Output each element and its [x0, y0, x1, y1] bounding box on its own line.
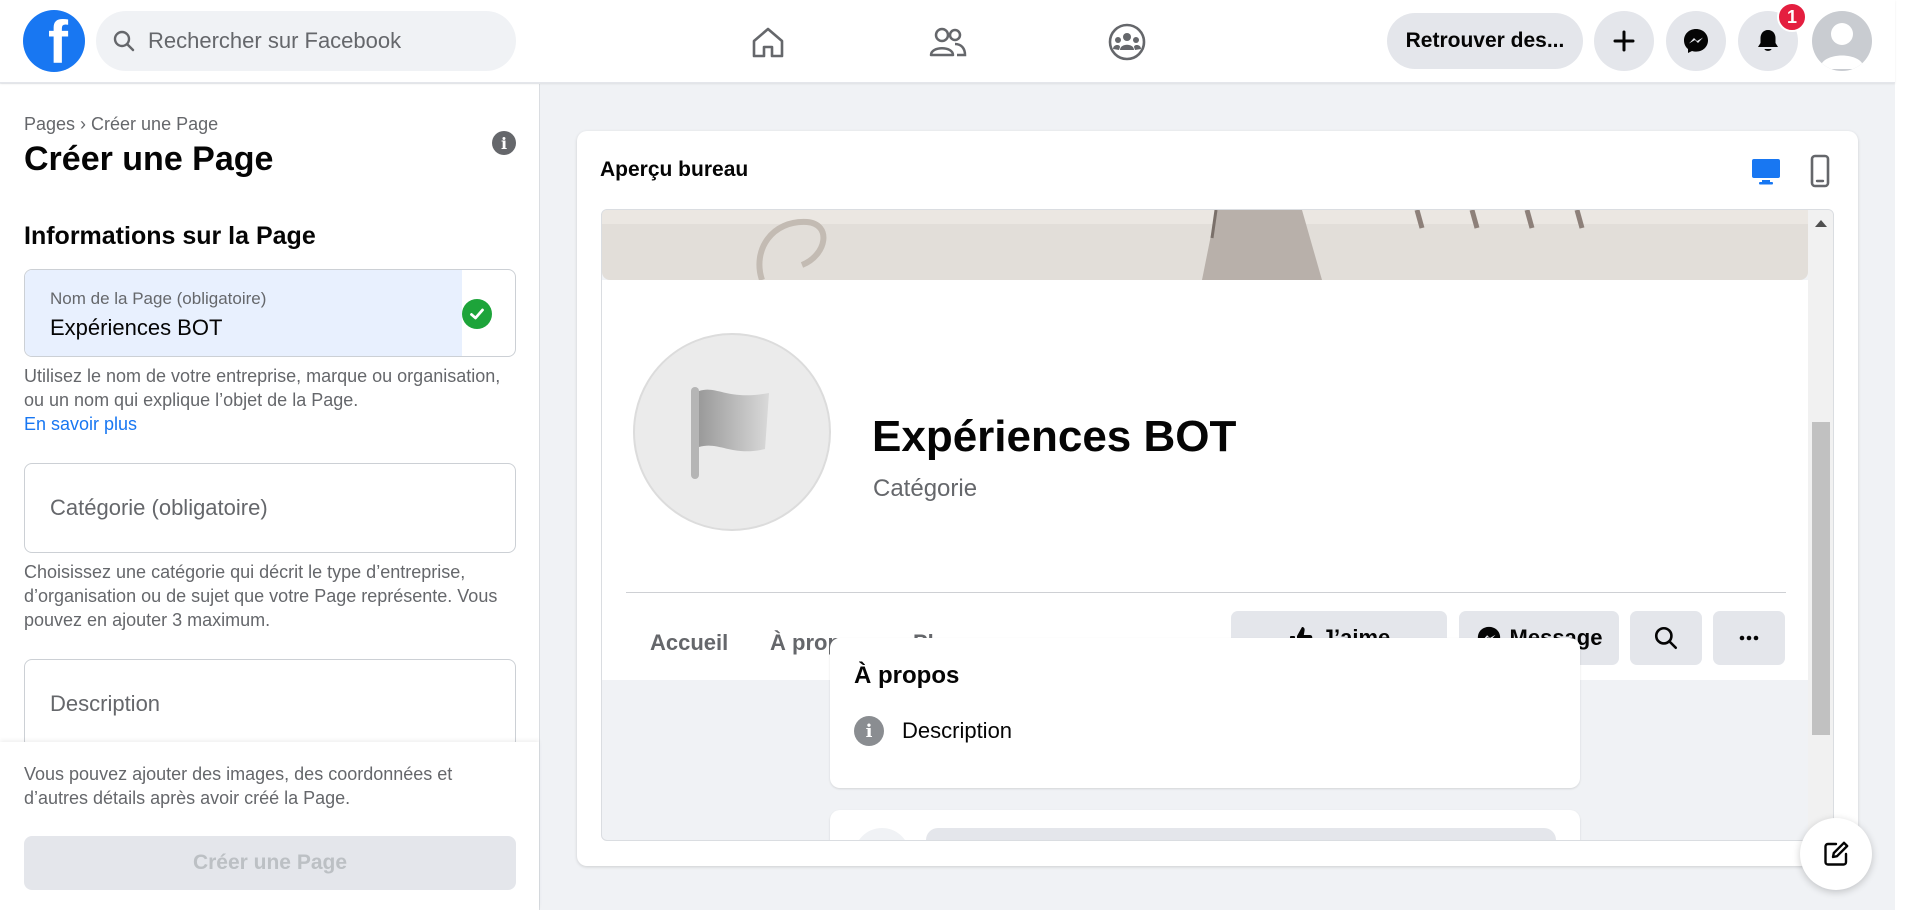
page-name-value[interactable]: Expériences BOT	[50, 315, 222, 341]
page-name-field[interactable]: Nom de la Page (obligatoire) Expériences…	[24, 269, 516, 357]
mobile-icon	[1810, 154, 1830, 188]
preview-title: Aperçu bureau	[600, 158, 749, 181]
search-icon	[113, 30, 135, 52]
cover-photo	[602, 210, 1808, 280]
messenger-button[interactable]	[1666, 11, 1726, 71]
preview-page-name: Expériences BOT	[872, 412, 1237, 461]
friends-icon	[929, 27, 967, 57]
about-card: À propos i Description	[830, 638, 1580, 788]
about-title: À propos	[854, 662, 960, 689]
more-options-button[interactable]	[1713, 611, 1785, 665]
cover-illustration	[756, 210, 1585, 280]
page-header: Expériences BOT Catégorie Accueil À prop…	[602, 280, 1808, 680]
valid-check-icon	[462, 299, 492, 329]
create-button[interactable]	[1594, 11, 1654, 71]
desktop-preview-card: Aperçu bureau Expériences BOT Catégorie …	[577, 131, 1858, 866]
description-placeholder: Description	[50, 691, 161, 716]
notification-badge: 1	[1777, 2, 1807, 32]
mobile-view-button[interactable]	[1802, 153, 1838, 189]
placeholder-post-card	[830, 810, 1580, 840]
profile-avatar[interactable]	[1812, 11, 1872, 71]
info-icon[interactable]: i	[492, 131, 516, 155]
desktop-icon	[1752, 159, 1780, 185]
facebook-logo-letter: f	[48, 10, 68, 73]
friends-nav-button[interactable]	[924, 18, 972, 66]
create-page-button[interactable]: Créer une Page	[24, 836, 516, 890]
autofill-highlight	[25, 270, 462, 356]
preview-category: Catégorie	[873, 475, 978, 502]
find-friends-button[interactable]: Retrouver des...	[1387, 13, 1583, 69]
description-field[interactable]: Description	[24, 659, 516, 749]
learn-more-link[interactable]: En savoir plus	[24, 414, 137, 434]
create-page-sidebar: Pages › Créer une Page Créer une Page i …	[0, 84, 540, 910]
footer-hint: Vous pouvez ajouter des images, des coor…	[24, 764, 453, 808]
flag-icon	[691, 387, 769, 479]
desktop-view-button[interactable]	[1748, 153, 1784, 189]
page-name-label: Nom de la Page (obligatoire)	[50, 289, 267, 308]
tab-home[interactable]: Accueil	[650, 630, 728, 656]
compose-icon	[1824, 841, 1849, 866]
placeholder-line	[926, 828, 1556, 840]
profile-picture	[633, 333, 831, 531]
info-icon: i	[854, 716, 884, 746]
page-preview-frame: Expériences BOT Catégorie Accueil À prop…	[601, 209, 1834, 841]
category-hint: Choisissez une catégorie qui décrit le t…	[24, 562, 498, 630]
scroll-up-arrow-icon[interactable]	[1815, 220, 1827, 227]
default-avatar-icon	[1820, 23, 1864, 69]
page-name-hint: Utilisez le nom de votre entreprise, mar…	[24, 364, 524, 436]
page-name-hint-text: Utilisez le nom de votre entreprise, mar…	[24, 366, 501, 410]
messenger-icon	[1684, 29, 1708, 53]
facebook-logo[interactable]: f	[23, 10, 85, 72]
page-search-button[interactable]	[1630, 611, 1702, 665]
category-placeholder: Catégorie (obligatoire)	[50, 495, 268, 520]
bell-icon	[1758, 30, 1778, 51]
groups-nav-button[interactable]	[1103, 18, 1151, 66]
placeholder-avatar	[854, 828, 910, 840]
about-description: Description	[902, 718, 1013, 743]
header-divider	[626, 592, 1786, 593]
home-nav-button[interactable]	[744, 18, 792, 66]
breadcrumb[interactable]: Pages › Créer une Page	[24, 114, 218, 135]
page-scrollbar[interactable]	[1895, 0, 1920, 910]
top-navigation-bar: f Retrouver des... 1	[0, 0, 1895, 83]
home-icon	[752, 27, 784, 58]
new-message-button[interactable]	[1800, 818, 1872, 890]
category-field[interactable]: Catégorie (obligatoire)	[24, 463, 516, 553]
search-input[interactable]	[148, 28, 488, 54]
groups-icon	[1108, 23, 1146, 61]
plus-icon	[1613, 30, 1635, 52]
page-title: Créer une Page	[24, 140, 274, 178]
more-dots-icon	[1739, 635, 1759, 641]
preview-scrollbar[interactable]	[1808, 210, 1833, 840]
search-icon	[1654, 626, 1678, 650]
section-title: Informations sur la Page	[24, 222, 316, 250]
scroll-thumb[interactable]	[1812, 422, 1830, 735]
search-bar[interactable]	[96, 11, 516, 71]
